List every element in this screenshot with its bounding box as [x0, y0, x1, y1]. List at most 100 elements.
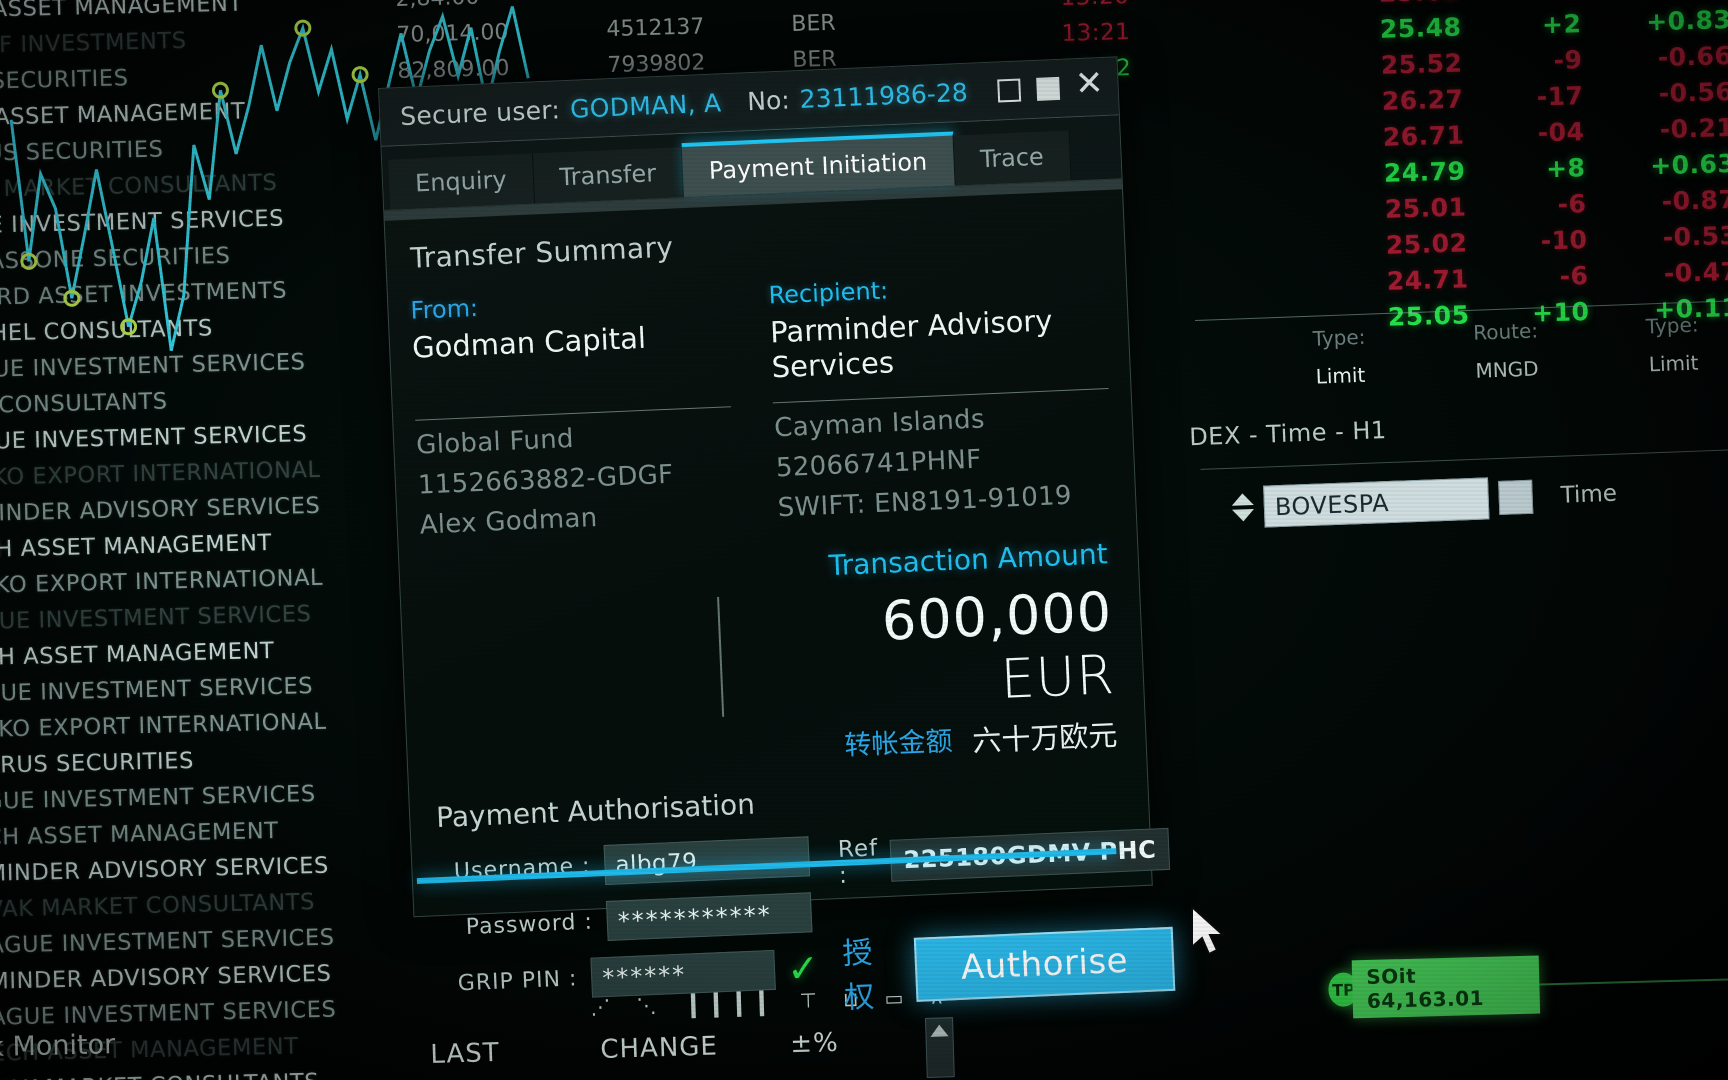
spinner-down-icon[interactable] — [1231, 508, 1255, 522]
time-column-label: Time — [1560, 480, 1618, 509]
price-percent: -0.53 — [1662, 220, 1728, 252]
price-change: -04 — [1537, 117, 1585, 148]
price-percent: -0.47 — [1663, 256, 1728, 288]
order-route-label: Route: — [1472, 318, 1539, 345]
spinner-stepper[interactable] — [1231, 492, 1255, 522]
transfer-summary-title: Transfer Summary — [409, 230, 674, 275]
recipient-line-1: Cayman Islands — [773, 404, 986, 444]
dex-time-label: DEX - Time - H1 — [1188, 416, 1388, 452]
price-percent: +0.83 — [1645, 4, 1728, 37]
order-type-label: Type: — [1312, 324, 1366, 351]
grip-pin-input[interactable]: ****** — [590, 950, 777, 999]
amount-cn-label: 转帐金额 — [843, 726, 954, 763]
password-row: Password : *********** — [436, 888, 818, 952]
authorise-row: 授权 Authorise — [841, 915, 1176, 1017]
scroll-up-icon[interactable] — [930, 1024, 949, 1037]
recipient-column: Recipient: Parminder Advisory Services C… — [768, 267, 1114, 525]
window-controls[interactable]: ✕ — [996, 63, 1104, 104]
transaction-amount-row: 600,000 EUR 转帐金额 六十万欧元 — [423, 580, 1124, 784]
authorise-chinese-label: 授权 — [841, 935, 882, 1017]
summary-columns: From: Godman Capital Global Fund 1152663… — [410, 267, 1114, 541]
price-last: 24.79 — [1383, 156, 1466, 188]
clock-value: 13:21 — [1061, 19, 1131, 47]
price-last: 25.01 — [1384, 192, 1467, 224]
amount-value-area: 600,000 EUR 转帐金额 六十万欧元 — [719, 580, 1124, 771]
spinner-up-icon[interactable] — [1231, 492, 1254, 506]
payment-dialog[interactable]: Secure user: GODMAN, A No: 23111986-28 ✕… — [378, 56, 1176, 1016]
username-input[interactable]: albg79 — [603, 836, 811, 886]
order-entry-panel[interactable]: Type: Limit Route: MNGD Type: Limit DEX … — [1189, 299, 1728, 570]
amount-spacer — [423, 597, 725, 730]
ticker-venue: BER — [790, 10, 836, 37]
price-percent: +0.63 — [1649, 148, 1728, 181]
order-type-value[interactable]: Limit — [1257, 361, 1424, 391]
recipient-line-3: SWIFT: EN8191-91019 — [777, 480, 1073, 524]
order-type2-label: Type: — [1645, 312, 1699, 339]
symbol-input[interactable]: BOVESPA — [1263, 477, 1490, 528]
price-change: -10 — [1540, 225, 1588, 256]
price-last: 25.48 — [1379, 12, 1462, 44]
password-input[interactable]: *********** — [605, 892, 813, 942]
amount-value: 600,000 EUR — [749, 580, 1122, 722]
recipient-name: Parminder Advisory Services — [769, 303, 1054, 385]
tab-transfer[interactable]: Transfer — [532, 147, 685, 204]
from-line-2: 1152663882-GDGF — [417, 460, 674, 502]
order-route-value[interactable]: MNGD — [1423, 355, 1590, 385]
price-last: 25.02 — [1385, 228, 1468, 260]
maximize-icon[interactable] — [1035, 76, 1060, 101]
session-no-value: 23111986-28 — [799, 77, 969, 114]
tp-price-label: SOit 64,163.01 — [1351, 955, 1541, 1019]
mouse-cursor — [1191, 905, 1226, 956]
price-last: 24.71 — [1386, 264, 1469, 296]
authorise-area: Ref : 225180GDMV-PHC 授权 Authorise — [813, 817, 1176, 1018]
grip-pin-label: GRIP PIN : — [457, 966, 578, 997]
order-header-row: Type: Limit Route: MNGD Type: Limit — [1195, 300, 1728, 392]
amount-chinese: 转帐金额 六十万欧元 — [755, 712, 1124, 770]
take-profit-tag[interactable]: TP SOit 64,163.01 — [1328, 955, 1728, 1019]
password-label: Password : — [465, 909, 594, 940]
amount-currency: EUR — [999, 643, 1117, 712]
price-change: +2 — [1541, 9, 1582, 40]
price-change: -6 — [1557, 189, 1587, 219]
price-last: 26.71 — [1382, 120, 1465, 152]
from-line-1: Global Fund — [415, 424, 575, 462]
dialog-body: Transfer Summary From: Godman Capital Gl… — [385, 189, 1176, 1016]
price-last: 26.27 — [1381, 84, 1464, 116]
from-column: From: Godman Capital Global Fund 1152663… — [410, 283, 737, 541]
price-percent: -0.66 — [1657, 40, 1728, 73]
price-percent: -0.21 — [1659, 112, 1728, 145]
price-change: -9 — [1553, 45, 1583, 75]
tab-trace[interactable]: Trace — [953, 130, 1072, 186]
secure-user-label: Secure user: — [399, 95, 561, 132]
secure-user-value: GODMAN, A — [569, 88, 722, 124]
restore-icon[interactable] — [996, 78, 1021, 103]
price-change: +8 — [1545, 153, 1586, 184]
col-pct: ±% — [789, 1027, 840, 1060]
monitor-panel-title: k Monitor — [0, 1029, 116, 1063]
trading-terminal-screen: H ASSET MANAGEMENTOFF INVESTMENTSS SECUR… — [0, 0, 1728, 1080]
price-columns: 25.65-3-0.7625.48+2+0.8325.52-9-0.6626.2… — [1300, 0, 1728, 338]
lookup-button-icon[interactable] — [1498, 479, 1534, 515]
price-percent: -0.56 — [1658, 76, 1728, 109]
tp-level-line — [1539, 976, 1728, 986]
recipient-line-2: 52066741PHNF — [775, 444, 983, 484]
session-no-label: No: — [746, 85, 791, 117]
symbol-search-row: BOVESPA Time — [1200, 448, 1728, 530]
checkmark-icon: ✓ — [786, 946, 820, 992]
transaction-amount-block: Transaction Amount 600,000 EUR 转帐金额 六十万欧… — [422, 537, 1125, 783]
close-icon[interactable]: ✕ — [1074, 63, 1104, 104]
amount-number: 600,000 — [880, 580, 1114, 654]
bottom-scrollbar[interactable] — [925, 1017, 955, 1078]
order-type2-value[interactable]: Limit — [1590, 348, 1728, 378]
authorise-button[interactable]: Authorise — [913, 927, 1176, 1003]
order-route-cell: Route: MNGD — [1422, 317, 1591, 385]
price-change: -17 — [1536, 81, 1584, 112]
amount-cn-value: 六十万欧元 — [971, 718, 1119, 759]
col-last: LAST — [430, 1037, 501, 1070]
tab-enquiry[interactable]: Enquiry — [388, 153, 535, 210]
order-type2-cell: Type: Limit — [1588, 310, 1728, 378]
grip-pin-row: GRIP PIN : ****** ✓ — [438, 944, 820, 1008]
col-change: CHANGE — [599, 1031, 719, 1065]
from-name: Godman Capital — [411, 320, 647, 365]
price-change: -6 — [1559, 261, 1589, 291]
